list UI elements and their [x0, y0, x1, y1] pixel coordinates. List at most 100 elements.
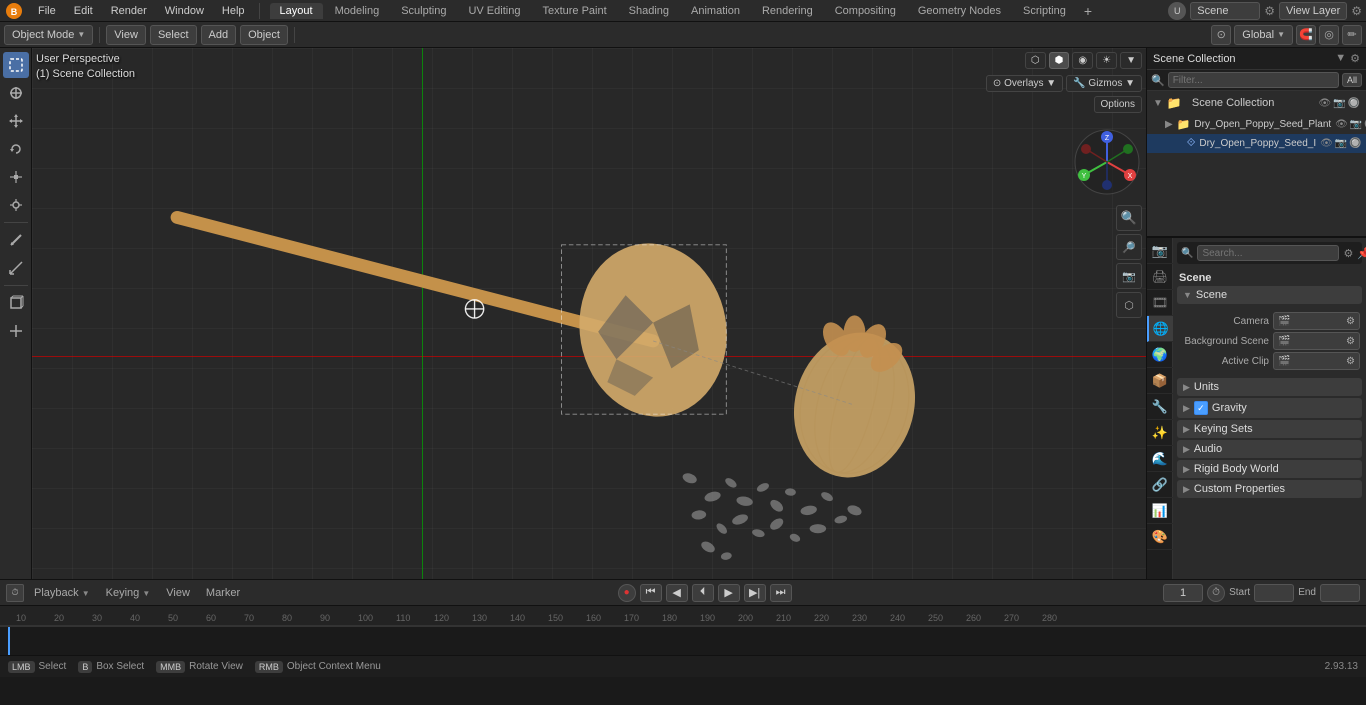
marker-menu-btn[interactable]: Marker [200, 585, 246, 601]
end-frame-input[interactable]: 250 [1320, 584, 1360, 602]
gizmo-btn[interactable]: 🔧 Gizmos ▼ [1066, 75, 1142, 92]
menu-file[interactable]: File [30, 3, 64, 19]
modifier-props-btn[interactable]: 🔧 [1147, 394, 1173, 420]
play-reverse-btn[interactable]: ⏴ [692, 584, 714, 602]
timeline-type-btn[interactable]: ⏱ [6, 584, 24, 602]
transform-tool-btn[interactable] [3, 192, 29, 218]
toggle-perspective-btn[interactable]: ⬡ [1116, 292, 1142, 318]
output-props-btn[interactable]: 🖨 [1147, 264, 1173, 290]
annotate-tool-btn[interactable] [3, 227, 29, 253]
custom-props-section-header[interactable]: ▶ Custom Properties [1177, 480, 1362, 498]
pivot-point-btn[interactable]: ⊙ [1211, 25, 1231, 45]
rigid-body-section-header[interactable]: ▶ Rigid Body World [1177, 460, 1362, 478]
viewport-canvas[interactable]: ⬡ ⬢ ◉ ☀ ▼ ⊙ Overlays ▼ 🔧 Gizmos ▼ Option… [32, 48, 1146, 579]
scene-selector[interactable] [1190, 2, 1260, 20]
outliner-search-input[interactable] [1168, 72, 1339, 88]
gravity-checkbox[interactable]: ✓ [1194, 401, 1208, 415]
collection-render-icon[interactable]: 🔘 [1348, 98, 1360, 109]
keying-sets-section-header[interactable]: ▶ Keying Sets [1177, 420, 1362, 438]
active-clip-field-value[interactable]: 🎬 ⚙ [1273, 352, 1360, 370]
outliner-collection-header[interactable]: ▼ 📁 Scene Collection 👁 📷 🔘 [1147, 91, 1366, 115]
workspace-tab-animation[interactable]: Animation [681, 3, 750, 19]
plant-camera-icon[interactable]: 📷 [1350, 119, 1362, 130]
bg-scene-field-value[interactable]: 🎬 ⚙ [1273, 332, 1360, 350]
workspace-tab-modeling[interactable]: Modeling [325, 3, 390, 19]
empty-btn[interactable] [3, 318, 29, 344]
seed-camera-icon[interactable]: 📷 [1335, 138, 1347, 149]
select-tool-btn[interactable] [3, 52, 29, 78]
play-btn[interactable]: ▶ [718, 584, 740, 602]
workspace-tab-uvediting[interactable]: UV Editing [458, 3, 530, 19]
outliner-item-seed[interactable]: ▶ ⟐ Dry_Open_Poppy_Seed_I 👁 📷 🔘 [1147, 134, 1366, 153]
physics-props-btn[interactable]: 🌊 [1147, 446, 1173, 472]
next-frame-btn[interactable]: ▶| [744, 584, 766, 602]
keying-menu-btn[interactable]: Keying ▼ [100, 585, 157, 601]
seed-render-icon[interactable]: 🔘 [1349, 138, 1361, 149]
timeline-track[interactable] [0, 626, 1366, 655]
render-props-btn[interactable]: 📷 [1147, 238, 1173, 264]
workspace-tab-layout[interactable]: Layout [270, 3, 323, 19]
workspace-tab-scripting[interactable]: Scripting [1013, 3, 1076, 19]
viewport-3d[interactable]: User Perspective (1) Scene Collection [32, 48, 1146, 579]
select-menu-btn[interactable]: Select [150, 25, 197, 45]
material-shading-btn[interactable]: ◉ [1072, 52, 1093, 69]
menu-help[interactable]: Help [214, 3, 253, 19]
zoom-out-btn[interactable]: 🔎 [1116, 234, 1142, 260]
rendered-shading-btn[interactable]: ☀ [1096, 52, 1117, 69]
view-menu-btn[interactable]: View [106, 25, 146, 45]
outliner-options-icon[interactable]: ⚙ [1350, 52, 1360, 65]
proportional-edit-btn[interactable]: ◎ [1319, 25, 1339, 45]
workspace-tab-rendering[interactable]: Rendering [752, 3, 823, 19]
collection-camera-icon[interactable]: 📷 [1333, 98, 1345, 109]
props-search-input[interactable] [1197, 245, 1339, 261]
camera-field-value[interactable]: 🎬 ⚙ [1273, 312, 1360, 330]
add-cube-btn[interactable] [3, 290, 29, 316]
cursor-tool-btn[interactable] [3, 80, 29, 106]
data-props-btn[interactable]: 📊 [1147, 498, 1173, 524]
jump-end-btn[interactable]: ⏭ [770, 584, 792, 602]
collection-eye-icon[interactable]: 👁 [1318, 98, 1331, 109]
workspace-tab-compositing[interactable]: Compositing [825, 3, 906, 19]
move-tool-btn[interactable] [3, 108, 29, 134]
view-menu-timeline-btn[interactable]: View [160, 585, 196, 601]
current-frame-input[interactable]: 1 [1163, 584, 1203, 602]
transform-orientation-btn[interactable]: Global ▼ [1234, 25, 1293, 45]
outliner-filter-all-btn[interactable]: All [1342, 73, 1362, 87]
units-section-header[interactable]: ▶ Units [1177, 378, 1362, 396]
add-menu-btn[interactable]: Add [201, 25, 237, 45]
workspace-tab-sculpting[interactable]: Sculpting [391, 3, 456, 19]
plant-eye-icon[interactable]: 👁 [1335, 119, 1348, 130]
wireframe-shading-btn[interactable]: ⬡ [1025, 52, 1046, 69]
scene-props-btn[interactable]: 🌐 [1147, 316, 1173, 342]
menu-window[interactable]: Window [157, 3, 212, 19]
view-layer-btn[interactable]: View Layer [1279, 2, 1347, 20]
start-frame-input[interactable]: 1 [1254, 584, 1294, 602]
props-pin-btn[interactable]: 📌 [1357, 247, 1366, 260]
viewport-options-btn[interactable]: Options [1094, 96, 1142, 113]
workspace-tab-shading[interactable]: Shading [619, 3, 679, 19]
snap-btn[interactable]: 🧲 [1296, 25, 1316, 45]
constraint-props-btn[interactable]: 🔗 [1147, 472, 1173, 498]
jump-start-btn[interactable]: ⏮ [640, 584, 662, 602]
props-options-btn[interactable]: ⚙ [1343, 247, 1353, 260]
overlay-btn[interactable]: ⊙ Overlays ▼ [986, 75, 1063, 92]
playback-menu-btn[interactable]: Playback ▼ [28, 585, 96, 601]
prev-frame-btn[interactable]: ◀ [666, 584, 688, 602]
material-props-btn[interactable]: 🎨 [1147, 524, 1173, 550]
object-props-btn[interactable]: 📦 [1147, 368, 1173, 394]
workspace-add-tab[interactable]: + [1078, 3, 1098, 19]
toggle-camera-btn[interactable]: 📷 [1116, 263, 1142, 289]
gravity-section-header[interactable]: ▶ ✓ Gravity [1177, 398, 1362, 418]
active-clip-picker-btn[interactable]: ⚙ [1346, 356, 1355, 367]
rotate-tool-btn[interactable] [3, 136, 29, 162]
viewlayer-props-btn[interactable]: 🎞 [1147, 290, 1173, 316]
measure-tool-btn[interactable] [3, 255, 29, 281]
record-btn[interactable]: ● [618, 584, 636, 602]
solid-shading-btn[interactable]: ⬢ [1049, 52, 1070, 69]
workspace-tab-geonodes[interactable]: Geometry Nodes [908, 3, 1011, 19]
scene-subsection-header[interactable]: ▼ Scene [1177, 286, 1362, 304]
particles-props-btn[interactable]: ✨ [1147, 420, 1173, 446]
audio-section-header[interactable]: ▶ Audio [1177, 440, 1362, 458]
zoom-in-btn[interactable]: 🔍 [1116, 205, 1142, 231]
object-mode-btn[interactable]: Object Mode ▼ [4, 25, 93, 45]
